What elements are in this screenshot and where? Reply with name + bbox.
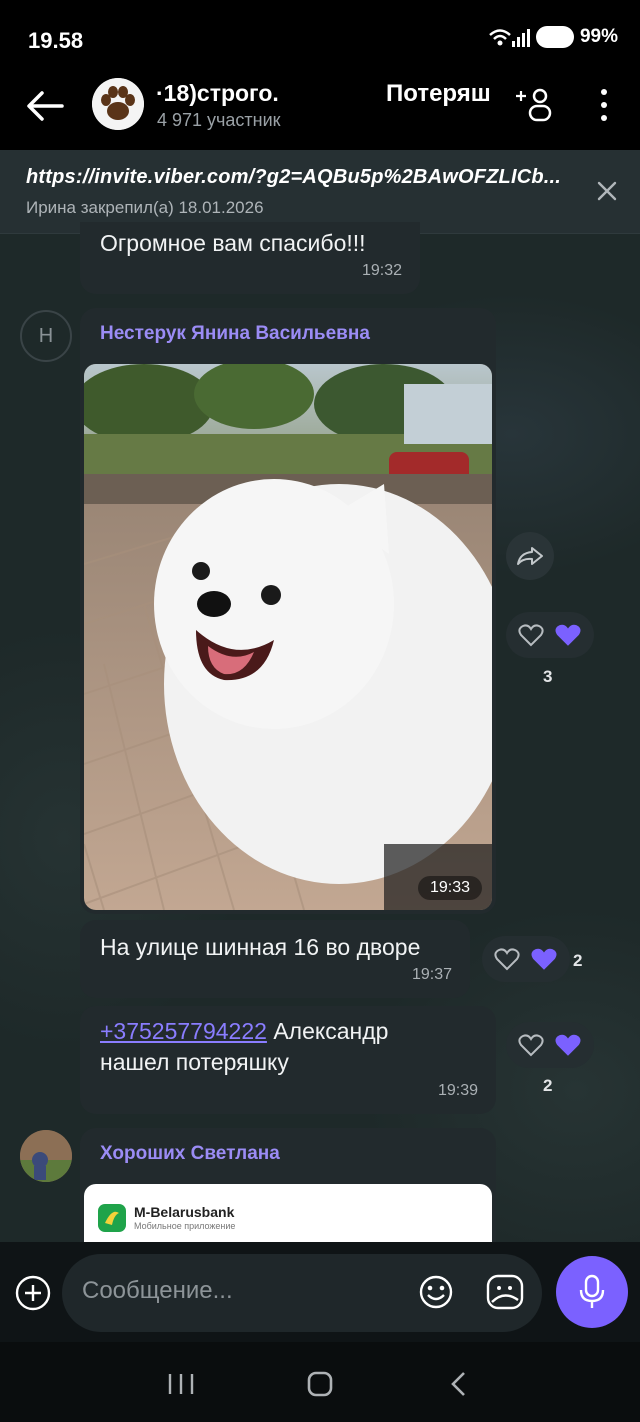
card-subtitle: Мобильное приложение [134,1221,236,1231]
message-text: Огромное вам спасибо!!! [100,230,366,256]
status-indicators: 99% [488,26,618,48]
battery-level: 99% [579,26,618,47]
sender-avatar[interactable] [20,1130,72,1182]
forward-button[interactable] [506,532,554,580]
group-avatar[interactable] [92,78,144,130]
reaction-pill[interactable] [506,1022,594,1068]
message-bubble[interactable]: Хороших Светлана M-Belarusbank Мобильное… [80,1128,496,1242]
message-text-line2: нашел потеряшку [100,1049,289,1075]
heart-filled-icon[interactable] [554,622,582,648]
group-name[interactable]: ·18)строго. [156,80,279,107]
message-time: 19:37 [411,966,452,983]
status-time: 19.58 [28,28,84,53]
sender-avatar[interactable]: Н [20,310,72,362]
microphone-icon [579,1274,605,1308]
add-member-icon[interactable] [514,84,554,124]
chat-header: ·18)строго. 4 971 участник Потеряш [0,76,640,150]
group-name-secondary[interactable]: Потеряш [386,80,491,108]
heart-outline-icon[interactable] [518,1033,544,1057]
card-title: M-Belarusbank [134,1204,235,1220]
home-icon[interactable] [307,1371,333,1397]
reaction-count: 2 [573,951,583,970]
back-nav-icon[interactable] [449,1371,469,1397]
voice-message-button[interactable] [556,1256,628,1328]
back-arrow-icon[interactable] [22,86,68,126]
reaction-count: 3 [543,667,553,686]
message-bubble[interactable]: Огромное вам спасибо!!! 19:32 [80,222,420,294]
photo-time: 19:33 [418,876,483,900]
pinned-link[interactable]: https://invite.viber.com/?g2=AQBu5p%2BAw… [26,166,561,189]
recent-apps-icon[interactable] [166,1372,196,1396]
wifi-signal-icon [489,29,530,47]
reaction-pill[interactable] [482,936,570,982]
sender-name[interactable]: Хороших Светлана [100,1143,280,1165]
member-count: 4 971 участник [157,110,281,130]
message-time: 19:39 [437,1082,478,1099]
plus-icon[interactable] [14,1274,52,1312]
sticker-icon[interactable] [486,1274,524,1310]
reaction-count: 2 [543,1076,553,1095]
sender-name[interactable]: Нестерук Янина Васильевна [100,323,370,345]
message-bubble[interactable]: На улице шинная 16 во дворе 19:37 [80,920,470,998]
close-icon[interactable] [596,180,618,202]
heart-outline-icon[interactable] [518,623,544,647]
message-bubble[interactable]: +375257794222 Александр нашел потеряшку … [80,1006,496,1114]
pinned-by-label: Ирина закрепил(а) 18.01.2026 [26,198,264,217]
system-nav-bar [0,1342,640,1422]
message-bubble[interactable]: Нестерук Янина Васильевна 19:33 [80,308,496,914]
heart-filled-icon[interactable] [554,1032,582,1058]
heart-outline-icon[interactable] [494,947,520,971]
phone-mention-link[interactable]: +375257794222 [100,1018,267,1044]
avatar-letter: Н [38,324,54,347]
battery-icon [535,26,574,48]
app-preview-card[interactable]: M-Belarusbank Мобильное приложение [84,1184,492,1242]
more-options-icon[interactable] [594,86,614,126]
dog-image [84,364,492,910]
reaction-pill[interactable] [506,612,594,658]
emoji-icon[interactable] [418,1274,454,1310]
message-text: На улице шинная 16 во дворе [100,934,421,960]
paw-icon [92,78,144,130]
message-time: 19:32 [361,262,402,279]
compose-bar: Сообщение... [0,1242,640,1342]
message-input[interactable]: Сообщение... [62,1254,542,1332]
forward-icon [517,547,543,565]
dog-photo[interactable]: 19:33 [84,364,492,910]
message-text-part: Александр [266,1018,389,1044]
message-input-placeholder: Сообщение... [82,1277,233,1304]
message-text: +375257794222 Александр нашел потеряшку [100,1016,480,1078]
heart-filled-icon[interactable] [530,946,558,972]
belarusbank-logo-icon [98,1204,126,1232]
avatar-photo [20,1130,72,1182]
status-bar: 19.58 99% [0,0,640,76]
